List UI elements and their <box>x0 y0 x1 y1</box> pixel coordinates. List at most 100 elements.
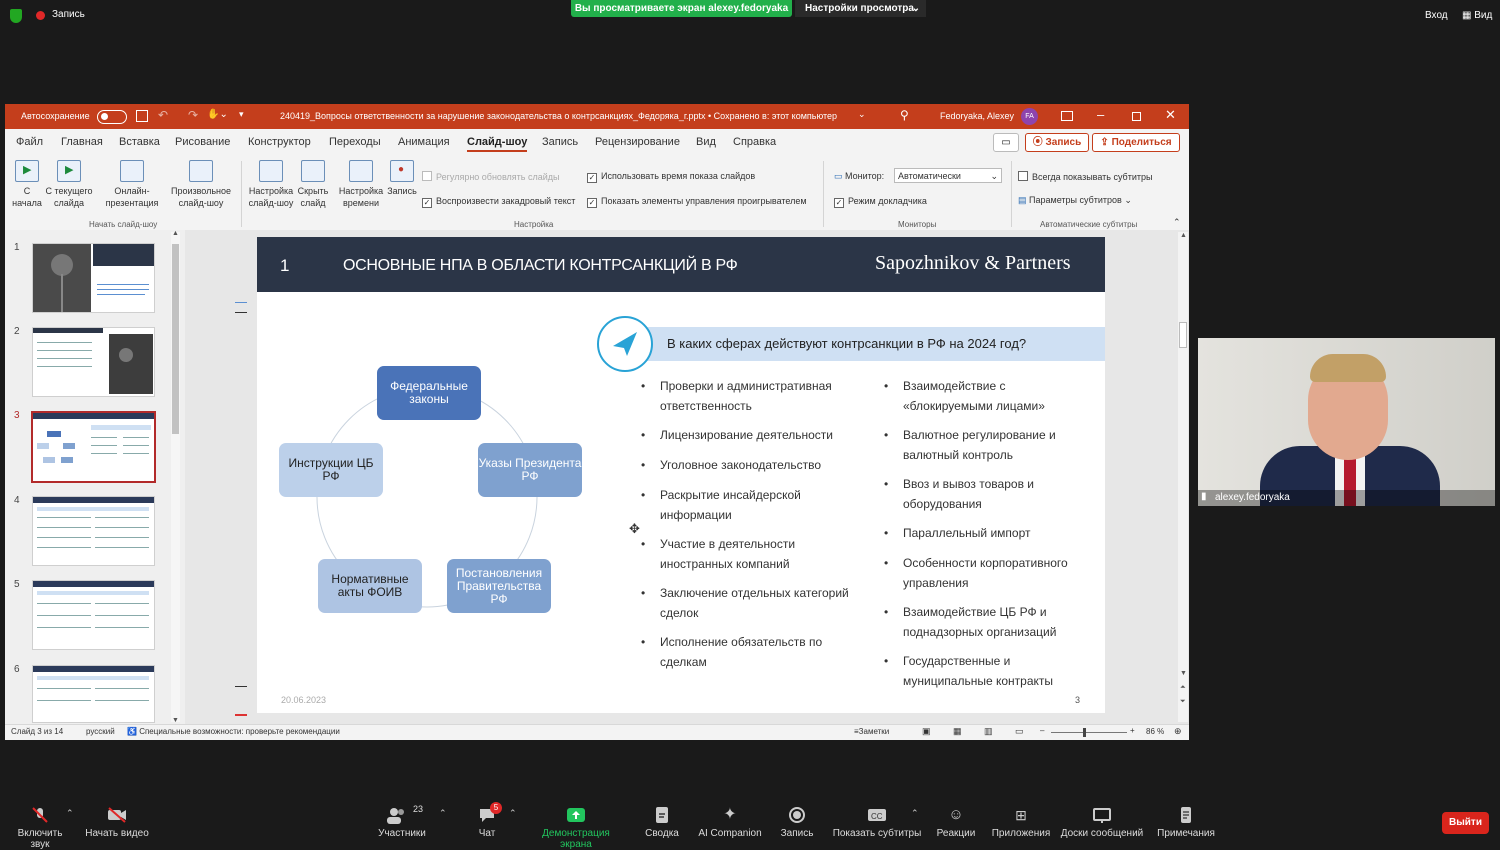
tab-design[interactable]: Конструктор <box>248 136 311 148</box>
slide-number: 1 <box>280 256 290 275</box>
slide-scrollbar[interactable]: ▲ ▼ ⏶ ⏷ <box>1178 232 1188 722</box>
chevron-up-icon[interactable]: ⌃ <box>509 808 517 819</box>
notes-button[interactable]: ≡Заметки <box>854 727 889 736</box>
slide-canvas[interactable]: 1 ОСНОВНЫЕ НПА В ОБЛАСТИ КОНТРСАНКЦИЙ В … <box>257 237 1105 713</box>
slide-editing-area: 1 ОСНОВНЫЕ НПА В ОБЛАСТИ КОНТРСАНКЦИЙ В … <box>185 230 1189 724</box>
zoom-slider[interactable] <box>1051 728 1127 737</box>
recording-icon <box>36 11 45 20</box>
use-timings-checkbox[interactable]: ✓ Использовать время показа слайдов <box>587 171 755 183</box>
undo-icon[interactable]: ↶ <box>158 108 168 122</box>
reactions-button[interactable]: ☺ Реакции <box>935 806 977 839</box>
thumb-number: 1 <box>14 242 20 253</box>
record-button[interactable]: ⦿ Запись <box>1025 133 1089 152</box>
tab-home[interactable]: Главная <box>61 136 103 148</box>
monitor-select[interactable]: Автоматически ⌄ <box>894 168 1002 183</box>
accessibility-status[interactable]: ♿ Специальные возможности: проверьте рек… <box>127 727 340 736</box>
captions-button[interactable]: CC Показать субтитры <box>832 806 922 839</box>
fit-slide-icon[interactable]: ⊕ <box>1174 726 1182 737</box>
zoom-level[interactable]: 86 % <box>1146 727 1164 736</box>
tab-file[interactable]: Файл <box>16 136 43 148</box>
customize-qat-icon[interactable]: ▾ <box>239 109 244 120</box>
zoom-in-icon[interactable]: + <box>1130 726 1135 735</box>
enter-button[interactable]: Вход <box>1425 10 1448 21</box>
chevron-up-icon[interactable]: ⌃ <box>66 808 74 819</box>
next-slide-icon[interactable]: ⏷ <box>1180 698 1186 706</box>
play-narration-checkbox[interactable]: ✓ Воспроизвести закадровый текст <box>422 196 575 208</box>
apps-label: Приложения <box>991 828 1051 839</box>
camera-tile[interactable]: ▮ alexey.fedoryaka <box>1198 338 1495 506</box>
touch-mode-icon[interactable]: ✋⌄ <box>207 109 228 120</box>
thumbnail-scrollbar[interactable]: ▲ ▼ <box>171 230 180 724</box>
tab-view[interactable]: Вид <box>696 136 716 148</box>
comment-icon: ▭ <box>1001 137 1011 148</box>
slideshow-view-icon[interactable]: ▭ <box>1015 726 1024 737</box>
view-options-button[interactable]: Настройки просмотра ⌄ <box>795 0 926 17</box>
unmute-button[interactable]: Включить звук <box>7 806 73 850</box>
share-screen-button[interactable]: Демонстрация экрана <box>526 806 626 850</box>
from-current-button[interactable]: ▶ С текущего слайда <box>43 160 95 209</box>
slide-sorter-icon[interactable]: ▦ <box>953 726 962 737</box>
share-button[interactable]: ⇪ Поделиться <box>1092 133 1180 152</box>
tab-animations[interactable]: Анимация <box>398 136 450 148</box>
autosave-toggle[interactable] <box>97 110 127 124</box>
setup-show-button[interactable]: Настройка слайд-шоу <box>245 160 297 209</box>
custom-show-button[interactable]: Произвольное слайд-шоу <box>167 160 235 209</box>
refresh-slides-checkbox[interactable]: Регулярно обновлять слайды <box>422 171 559 182</box>
notes-meeting-button[interactable]: Примечания <box>1156 806 1216 839</box>
tab-transitions[interactable]: Переходы <box>329 136 381 148</box>
autosave-label: Автосохранение <box>21 111 90 121</box>
redo-icon[interactable]: ↷ <box>188 108 198 122</box>
record-meeting-button[interactable]: Запись <box>778 806 816 839</box>
start-video-button[interactable]: Начать видео <box>85 806 149 839</box>
from-start-button[interactable]: ▶ С начала <box>9 160 45 209</box>
ribbon-display-icon[interactable] <box>1061 111 1073 121</box>
save-icon[interactable] <box>136 110 148 122</box>
reading-view-icon[interactable]: ▥ <box>984 726 993 737</box>
tab-slideshow[interactable]: Слайд-шоу <box>467 136 528 152</box>
subtitle-settings-button[interactable]: ▤ Параметры субтитров ⌄ <box>1018 195 1132 206</box>
tab-record[interactable]: Запись <box>542 136 578 148</box>
record-show-button[interactable]: ● Запись <box>385 160 419 197</box>
summary-button[interactable]: Сводка <box>642 806 682 839</box>
online-present-button[interactable]: Онлайн-презентация <box>99 160 165 209</box>
restore-icon[interactable] <box>1132 112 1141 121</box>
rehearse-button[interactable]: Настройка времени <box>335 160 387 209</box>
slide-thumbnail-4[interactable] <box>32 496 155 566</box>
tab-insert[interactable]: Вставка <box>119 136 160 148</box>
chat-button[interactable]: 5 Чат <box>470 802 504 839</box>
captions-label: Показать субтитры <box>832 828 922 839</box>
normal-view-icon[interactable]: ▣ <box>922 726 931 737</box>
user-avatar[interactable]: FA <box>1021 108 1038 125</box>
search-icon[interactable]: ⚲ <box>900 108 909 122</box>
chevron-up-icon[interactable]: ⌃ <box>911 808 919 819</box>
tab-review[interactable]: Рецензирование <box>595 136 680 148</box>
prev-slide-icon[interactable]: ⏶ <box>1180 684 1186 692</box>
language[interactable]: русский <box>86 727 115 736</box>
presenter-view-checkbox[interactable]: ✓ Режим докладчика <box>834 196 927 208</box>
apps-button[interactable]: ⊞ Приложения <box>990 806 1052 839</box>
comments-button[interactable]: ▭ <box>993 133 1019 152</box>
chevron-up-icon[interactable]: ⌃ <box>439 808 447 819</box>
slide-thumbnail-3[interactable] <box>31 411 156 483</box>
zoom-out-icon[interactable]: – <box>1040 726 1044 735</box>
always-subtitles-checkbox[interactable]: Всегда показывать субтитры <box>1018 171 1152 182</box>
view-button[interactable]: ▦ Вид <box>1462 10 1492 21</box>
hide-slide-button[interactable]: Скрыть слайд <box>294 160 332 209</box>
slide-thumbnail-6[interactable] <box>32 665 155 723</box>
participants-button[interactable]: 23 Участники <box>376 804 428 839</box>
slide-thumbnail-2[interactable] <box>32 327 155 397</box>
whiteboards-button[interactable]: Доски сообщений <box>1060 806 1144 839</box>
minimize-icon[interactable]: – <box>1097 107 1104 122</box>
collapse-ribbon-icon[interactable]: ⌃ <box>1173 217 1181 228</box>
tab-help[interactable]: Справка <box>733 136 776 148</box>
tab-draw[interactable]: Рисование <box>175 136 230 148</box>
close-icon[interactable]: ✕ <box>1165 107 1176 123</box>
ai-companion-button[interactable]: ✦ AI Companion <box>697 806 763 839</box>
media-controls-checkbox[interactable]: ✓ Показать элементы управления проигрыват… <box>587 196 807 208</box>
leave-button[interactable]: Выйти <box>1442 812 1489 834</box>
right-bullet-5: Особенности корпоративного управления <box>884 554 1088 593</box>
document-title[interactable]: 240419_Вопросы ответственности за наруше… <box>280 111 837 121</box>
setup-label: Настройка слайд-шоу <box>248 186 294 208</box>
slide-thumbnail-1[interactable] <box>32 243 155 313</box>
slide-thumbnail-5[interactable] <box>32 580 155 650</box>
